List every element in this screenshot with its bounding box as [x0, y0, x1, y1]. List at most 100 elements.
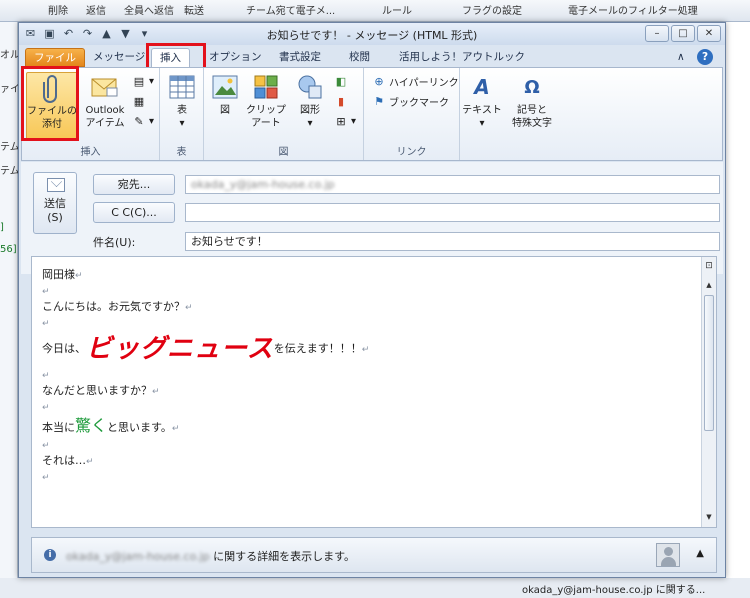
- send-button[interactable]: 送信 (S): [33, 172, 77, 234]
- bg-status-text: okada_y@jam-house.co.jp に関する...: [522, 585, 706, 596]
- calendar-button[interactable]: ▦: [132, 94, 146, 108]
- clipart-label: クリップ アート: [246, 105, 286, 129]
- tab-options[interactable]: オプション: [201, 48, 270, 67]
- people-pane-text[interactable]: okada_y@jam-house.co.jp に関する詳細を表示します。: [66, 548, 355, 564]
- body-line: ↵: [42, 315, 692, 331]
- group-link: ⊕ ハイパーリンク ⚑ ブックマーク リンク: [364, 68, 460, 160]
- vertical-scrollbar[interactable]: ⊡ ▲ ▼: [701, 257, 716, 527]
- bg-flag[interactable]: フラグの設定: [462, 2, 522, 17]
- scroll-thumb[interactable]: [704, 295, 714, 431]
- para-mark: ↵: [152, 387, 160, 397]
- scroll-up-icon[interactable]: ▲: [704, 281, 714, 289]
- business-card-icon: ▤: [133, 74, 145, 88]
- table-dropdown-icon: ▾: [179, 118, 185, 129]
- ribbon-insert: ファイルの 添付 Outlook アイテム ▤▾ ▦ ✎▾ 挿入 表 ▾ 表: [21, 67, 723, 161]
- tab-format[interactable]: 書式設定: [271, 48, 329, 67]
- bg-delete[interactable]: 削除: [48, 2, 68, 17]
- group-table-label: 表: [176, 147, 187, 158]
- title-bar: ✉ ▣ ↶ ↷ ▲ ▼ ▾ お知らせです！ - メッセージ (HTML 形式) …: [19, 23, 725, 45]
- business-card-button[interactable]: ▤ ▾: [132, 74, 154, 88]
- symbols-button[interactable]: Ω 記号と 特殊文字: [504, 72, 560, 136]
- big-news-text: ビッグニュース: [86, 334, 274, 364]
- bg-reply-all[interactable]: 全員へ返信: [124, 2, 174, 17]
- cc-button[interactable]: C C(C)...: [93, 202, 175, 223]
- body-think: と思います。: [107, 421, 172, 434]
- para-mark: ↵: [42, 473, 50, 483]
- avatar[interactable]: [656, 543, 680, 567]
- body-question: なんだと思いますか？: [42, 384, 152, 397]
- smartart-icon: ◧: [335, 74, 347, 88]
- tab-message[interactable]: メッセージ: [85, 48, 153, 67]
- smartart-button[interactable]: ◧: [334, 74, 348, 88]
- hyperlink-button[interactable]: ⊕ ハイパーリンク: [372, 74, 458, 89]
- outlook-item-button[interactable]: Outlook アイテム: [80, 72, 130, 140]
- tab-file[interactable]: ファイル: [25, 48, 85, 67]
- globe-link-icon: ⊕: [374, 75, 384, 88]
- body-line: 今日は、ビッグニュースを伝えます！！！↵: [42, 331, 692, 367]
- shapes-button[interactable]: 図形 ▾: [290, 72, 330, 136]
- calendar-icon: ▦: [133, 94, 145, 108]
- bg-forward[interactable]: 転送: [184, 2, 204, 17]
- body-line: ↵: [42, 469, 692, 485]
- ruler-icon[interactable]: ⊡: [704, 261, 714, 271]
- omega-icon: Ω: [524, 76, 540, 98]
- body-line: ↵: [42, 399, 692, 415]
- shapes-dropdown-icon: ▾: [307, 118, 313, 129]
- table-icon: [167, 72, 197, 102]
- body-hello: こんにちは。お元気ですか？: [42, 300, 185, 313]
- group-picture: 図 クリップ アート 図形 ▾ ◧ ▮ ⊞ ▾ 図: [204, 68, 364, 160]
- collapse-ribbon-icon[interactable]: ∧: [675, 48, 687, 67]
- screenshot-button[interactable]: ⊞ ▾: [334, 114, 356, 128]
- bg-filter[interactable]: 電子メールのフィルター処理: [568, 2, 698, 17]
- body-line: こんにちは。お元気ですか？↵: [42, 299, 692, 315]
- table-label: 表: [177, 105, 187, 116]
- message-body[interactable]: 岡田様↵ ↵ こんにちは。お元気ですか？↵ ↵ 今日は、ビッグニュースを伝えます…: [31, 256, 717, 528]
- body-tell: を伝えます！！！: [273, 342, 362, 355]
- window-controls: – □ ✕: [645, 25, 721, 42]
- para-mark: ↵: [42, 441, 50, 451]
- picture-button[interactable]: 図: [208, 72, 242, 136]
- tab-review[interactable]: 校閲: [341, 48, 378, 67]
- clipart-button[interactable]: クリップ アート: [244, 72, 288, 136]
- cc-field[interactable]: [185, 203, 720, 222]
- body-line: ↵: [42, 283, 692, 299]
- text-button[interactable]: A テキスト ▾: [462, 72, 502, 136]
- people-pane: i okada_y@jam-house.co.jp に関する詳細を表示します。 …: [31, 537, 717, 573]
- scroll-down-icon[interactable]: ▼: [704, 513, 714, 521]
- para-mark: ↵: [86, 457, 94, 467]
- para-mark: ↵: [171, 424, 180, 434]
- table-button[interactable]: 表 ▾: [164, 72, 200, 136]
- bg-reply[interactable]: 返信: [86, 2, 106, 17]
- picture-icon: [210, 72, 240, 102]
- close-button[interactable]: ✕: [697, 25, 721, 42]
- bg-rules[interactable]: ルール: [382, 2, 412, 17]
- body-line: ↵: [42, 367, 692, 383]
- info-icon: i: [44, 549, 56, 561]
- help-icon[interactable]: ?: [697, 49, 713, 65]
- background-status: okada_y@jam-house.co.jp に関する...: [0, 578, 750, 598]
- bg-left-text: ]: [0, 222, 4, 233]
- chart-icon: ▮: [337, 94, 345, 108]
- tab-katsuyou[interactable]: 活用しよう！アウトルック: [391, 48, 533, 67]
- bookmark-icon: ⚑: [374, 95, 384, 108]
- para-mark: ↵: [185, 303, 193, 313]
- bg-team-mail[interactable]: チーム宛て電子メ...: [246, 2, 335, 17]
- para-mark: ↵: [75, 271, 83, 281]
- group-link-label: リンク: [396, 147, 427, 158]
- to-button[interactable]: 宛先...: [93, 174, 175, 195]
- minimize-button[interactable]: –: [645, 25, 669, 42]
- expand-pane-icon[interactable]: ▲: [696, 548, 704, 559]
- subject-field[interactable]: お知らせです！: [185, 232, 720, 251]
- signature-button[interactable]: ✎ ▾: [132, 114, 154, 128]
- message-window: ✉ ▣ ↶ ↷ ▲ ▼ ▾ お知らせです！ - メッセージ (HTML 形式) …: [18, 22, 726, 578]
- body-line: なんだと思いますか？↵: [42, 383, 692, 399]
- chart-button[interactable]: ▮: [334, 94, 348, 108]
- body-today: 今日は、: [42, 342, 86, 355]
- clipart-icon: [251, 72, 281, 102]
- bookmark-label: ブックマーク: [389, 98, 449, 109]
- to-field[interactable]: okada_y@jam-house.co.jp: [185, 175, 720, 194]
- body-text: 岡田様↵ ↵ こんにちは。お元気ですか？↵ ↵ 今日は、ビッグニュースを伝えます…: [42, 267, 692, 485]
- maximize-button[interactable]: □: [671, 25, 695, 42]
- para-mark: ↵: [42, 403, 50, 413]
- bookmark-button[interactable]: ⚑ ブックマーク: [372, 94, 449, 109]
